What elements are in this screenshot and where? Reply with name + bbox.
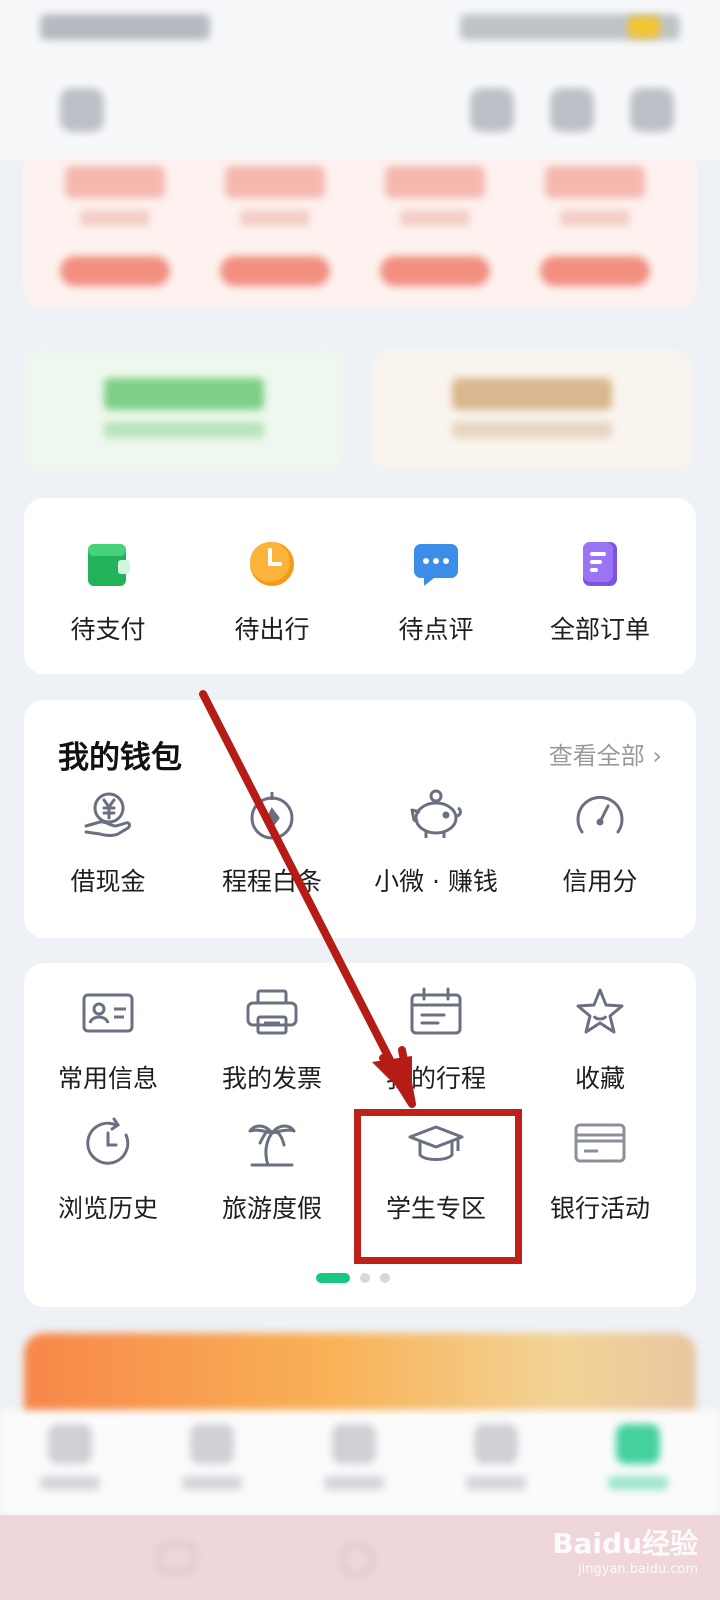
palm-tree-icon [240, 1111, 304, 1175]
order-label: 待点评 [398, 615, 474, 644]
comment-icon [404, 532, 468, 596]
service-vacation[interactable]: 旅游度假 [188, 1111, 356, 1225]
order-pending-review[interactable]: 待点评 [352, 532, 520, 646]
page-dot[interactable] [360, 1273, 370, 1283]
service-label: 旅游度假 [221, 1194, 322, 1223]
coupon-card[interactable] [360, 158, 510, 303]
wallet-item-label: 借现金 [70, 867, 146, 896]
orders-card: 待支付 待出行 待点评 全部订单 [24, 498, 696, 674]
home-icon[interactable] [340, 1543, 374, 1577]
wallet-item-label: 程程白条 [221, 867, 322, 896]
service-favorites[interactable]: 收藏 [516, 981, 684, 1095]
wallet-title: 我的钱包 [58, 740, 182, 776]
wallet-item-borrow-cash[interactable]: 借现金 [24, 784, 192, 898]
coupon-card[interactable] [40, 158, 190, 303]
coupon-card[interactable] [520, 158, 670, 303]
wallet-item-label: 小微 · 赚钱 [374, 867, 498, 896]
service-trip[interactable]: 我的行程 [352, 981, 520, 1095]
nav-item-2[interactable] [152, 1424, 272, 1490]
piggy-bank-icon [404, 784, 468, 848]
battery-icon [628, 16, 660, 38]
message-icon[interactable] [550, 88, 594, 132]
compass-icon [240, 784, 304, 848]
service-label: 收藏 [574, 1064, 625, 1093]
order-list-icon [568, 532, 632, 596]
nav-item-4[interactable] [436, 1424, 556, 1490]
nav-item-3[interactable] [294, 1424, 414, 1490]
nav-item-home[interactable] [10, 1424, 130, 1490]
speedometer-icon [568, 784, 632, 848]
bottom-nav [0, 1410, 720, 1515]
status-time-blurred [40, 14, 210, 40]
baidu-jingyan-watermark: Baidu经验 jingyan.baidu.com [552, 1522, 698, 1577]
service-history[interactable]: 浏览历史 [24, 1111, 192, 1225]
coupon-card[interactable] [200, 158, 350, 303]
page-indicator [24, 1273, 696, 1285]
id-card-icon [76, 981, 140, 1045]
history-icon [76, 1111, 140, 1175]
wallet-item-baitiao[interactable]: 程程白条 [188, 784, 356, 898]
wallet-card: 我的钱包 查看全部 › 借现金 程程白条 小微 · 赚钱 信用分 [24, 700, 696, 938]
printer-icon [240, 981, 304, 1045]
top-header [0, 60, 720, 160]
service-label: 我的发票 [221, 1064, 322, 1093]
coupon-strip [24, 158, 696, 308]
service-frequent-info[interactable]: 常用信息 [24, 981, 192, 1095]
service-label: 我的行程 [385, 1064, 486, 1093]
calendar-icon [404, 981, 468, 1045]
service-bank-activity[interactable]: 银行活动 [516, 1111, 684, 1225]
order-pending-payment[interactable]: 待支付 [24, 532, 192, 646]
highlight-box [354, 1109, 522, 1264]
watermark-url: jingyan.baidu.com [578, 1562, 698, 1577]
chevron-right-icon: › [652, 742, 662, 770]
service-label: 浏览历史 [57, 1194, 158, 1223]
page-dot[interactable] [380, 1273, 390, 1283]
star-icon [568, 981, 632, 1045]
order-all[interactable]: 全部订单 [516, 532, 684, 646]
wallet-item-label: 信用分 [562, 867, 638, 896]
membership-card-gold[interactable] [372, 350, 692, 470]
clock-icon [240, 532, 304, 596]
order-label: 待支付 [70, 615, 146, 644]
settings-icon[interactable] [470, 88, 514, 132]
scan-icon[interactable] [60, 88, 104, 132]
wallet-item-xiaowei[interactable]: 小微 · 赚钱 [352, 784, 520, 898]
order-pending-trip[interactable]: 待出行 [188, 532, 356, 646]
service-label: 常用信息 [57, 1064, 158, 1093]
membership-card-green[interactable] [24, 350, 344, 470]
service-invoice[interactable]: 我的发票 [188, 981, 356, 1095]
status-bar [0, 0, 720, 60]
recent-apps-icon[interactable] [158, 1543, 196, 1573]
service-label: 银行活动 [549, 1194, 650, 1223]
view-all-label: 查看全部 [548, 742, 645, 770]
wallet-icon [76, 532, 140, 596]
page-dot-active[interactable] [316, 1273, 350, 1283]
bank-card-icon [568, 1111, 632, 1175]
order-label: 全部订单 [549, 615, 650, 644]
yuan-hand-icon [76, 784, 140, 848]
wallet-item-credit-score[interactable]: 信用分 [516, 784, 684, 898]
nav-item-me[interactable] [578, 1424, 698, 1490]
customer-service-icon[interactable] [630, 88, 674, 132]
view-all-link[interactable]: 查看全部 › [549, 736, 662, 771]
order-label: 待出行 [234, 615, 310, 644]
watermark-logo: Baidu经验 [552, 1527, 698, 1560]
